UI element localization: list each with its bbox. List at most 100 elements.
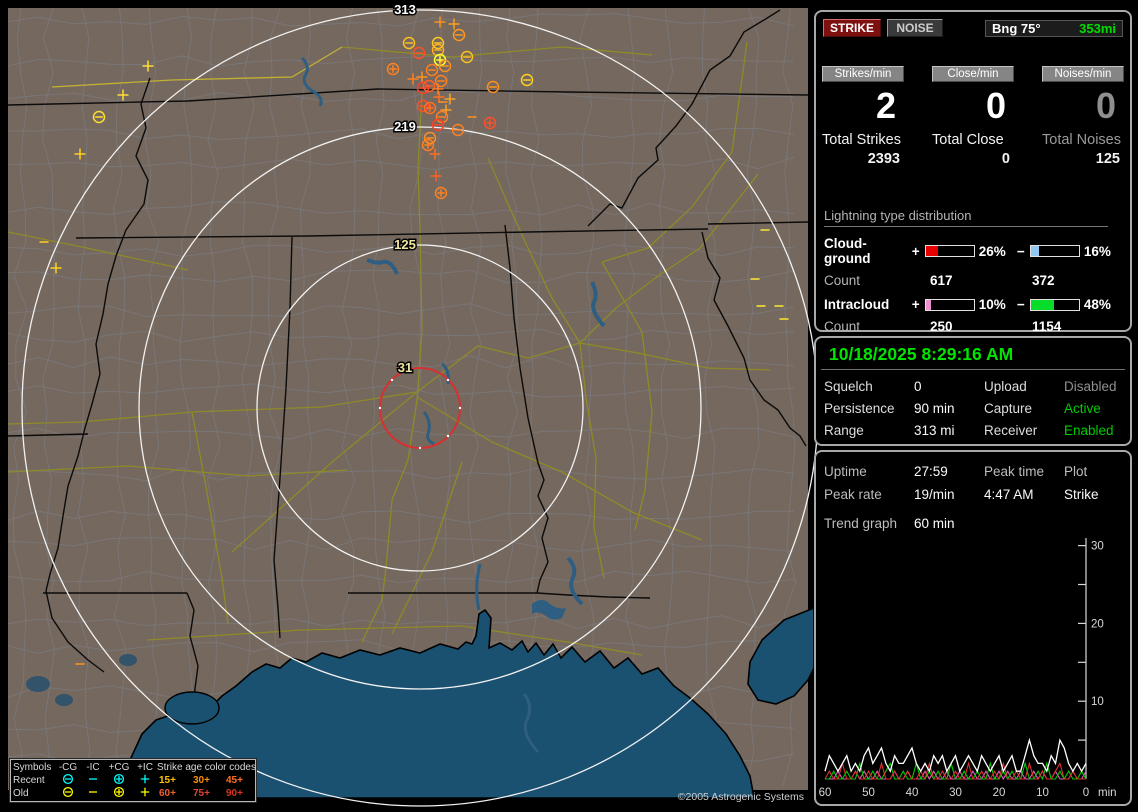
status-panel: 10/18/2025 8:29:16 AM Squelch 0 Upload D… <box>814 336 1132 446</box>
y-tick-label: 10 <box>1091 696 1104 708</box>
distribution-title: Lightning type distribution <box>824 208 1108 227</box>
minus-sign: − <box>1016 297 1025 312</box>
x-tick-label: 20 <box>993 787 1006 799</box>
ic-neg-bar <box>1030 298 1080 311</box>
trend-series-strikes-total <box>824 737 1087 773</box>
cg-pos-symbol-icon <box>105 786 133 802</box>
age-code-15: 15+ <box>159 775 176 786</box>
map-canvas[interactable]: 31 125 219 313 <box>7 1 819 807</box>
count-label: Count <box>824 273 861 288</box>
close-column: Close/min 0 Total Close 0 <box>932 66 1014 167</box>
x-tick-label: 50 <box>862 787 875 799</box>
ring-label-219: 219 <box>394 119 416 134</box>
intracloud-count-row: Count 250 1154 <box>816 319 1130 334</box>
legend-symbols-header: Symbols <box>13 762 52 773</box>
persistence-label: Persistence <box>824 401 895 416</box>
cg-pos-bar-fill <box>926 246 939 256</box>
peak-time-value: 4:47 AM <box>984 487 1034 502</box>
bearing-range-readout: Bng 75° 353mi <box>985 20 1123 37</box>
strikes-per-min-button[interactable]: Strikes/min <box>822 66 904 82</box>
upload-label: Upload <box>984 379 1027 394</box>
cg-pos-count: 617 <box>930 273 953 288</box>
datetime-display: 10/18/2025 8:29:16 AM <box>821 338 1125 370</box>
lightning-map[interactable]: 31 125 219 313 <box>7 1 819 807</box>
x-tick-label: 0 <box>1083 787 1089 799</box>
noises-per-min-value: 0 <box>1095 85 1116 126</box>
cloud-ground-row: Cloud-ground + 26% − 16% <box>816 236 1130 266</box>
bearing-value: Bng 75° <box>992 21 1041 36</box>
age-code-60: 60+ <box>159 788 176 799</box>
ic-neg-bar-fill <box>1031 299 1055 310</box>
peak-rate-value: 19/min <box>914 487 955 502</box>
lightning-type-distribution: Lightning type distribution Cloud-ground… <box>816 208 1130 334</box>
count-label: Count <box>824 319 861 334</box>
squelch-value: 0 <box>914 379 922 394</box>
cg-neg-count: 372 <box>1032 273 1055 288</box>
noises-per-min-button[interactable]: Noises/min <box>1042 66 1124 82</box>
peak-rate-label: Peak rate <box>824 487 882 502</box>
ring-label-313: 313 <box>394 2 416 17</box>
age-code-90: 90+ <box>226 788 243 799</box>
capture-status: Active <box>1064 401 1101 416</box>
cg-neg-percent: 16% <box>1083 243 1111 259</box>
trend-graph: 10 20 30 60 50 40 30 20 10 0 min <box>819 538 1117 799</box>
plot-value: Strike <box>1064 487 1099 502</box>
receiver-status: Enabled <box>1064 423 1114 438</box>
ic-pos-bar-fill <box>926 299 931 310</box>
legend-age-header: Strike age color codes <box>157 762 256 773</box>
x-tick-label: 10 <box>1036 787 1049 799</box>
capture-label: Capture <box>984 401 1033 416</box>
x-tick-label: 40 <box>906 787 919 799</box>
trend-graph-header: Trend graph 60 min <box>816 502 1130 531</box>
persistence-value: 90 min <box>914 401 955 416</box>
intracloud-label: Intracloud <box>824 297 890 312</box>
strike-stats-panel: STRIKE NOISE Bng 75° 353mi Strikes/min 2… <box>814 10 1132 334</box>
uptime-label: Uptime <box>824 464 867 479</box>
cg-neg-symbol-icon <box>55 786 81 802</box>
total-close-value: 0 <box>1001 151 1010 167</box>
total-noises-label: Total Noises <box>1042 132 1121 148</box>
strike-tab-button[interactable]: STRIKE <box>823 19 881 37</box>
legend-row-label-old: Old <box>13 788 29 799</box>
peak-time-label: Peak time <box>984 464 1045 479</box>
ic-neg-percent: 48% <box>1083 297 1111 312</box>
cloud-ground-count-row: Count 617 372 <box>816 273 1130 288</box>
plot-label: Plot <box>1064 464 1088 479</box>
map-legend: Symbols -CG -IC +CG +IC Strike age color code… <box>9 758 257 803</box>
range-label: Range <box>824 423 864 438</box>
cg-pos-percent: 26% <box>978 243 1006 259</box>
close-per-min-value: 0 <box>985 85 1006 126</box>
range-value: 313 mi <box>914 423 955 438</box>
x-axis-unit: min <box>1098 787 1117 799</box>
ic-pos-count: 250 <box>930 319 953 334</box>
total-strikes-value: 2393 <box>867 151 900 167</box>
cg-neg-bar-fill <box>1031 246 1039 256</box>
uptime-value: 27:59 <box>914 464 948 479</box>
strikes-per-min-value: 2 <box>875 85 896 126</box>
noise-tab-button[interactable]: NOISE <box>887 19 943 37</box>
minus-sign: − <box>1016 243 1025 259</box>
close-per-min-button[interactable]: Close/min <box>932 66 1014 82</box>
total-close-label: Total Close <box>932 132 1004 148</box>
squelch-label: Squelch <box>824 379 873 394</box>
ic-pos-bar <box>925 298 975 311</box>
x-tick-label: 60 <box>819 787 832 799</box>
noises-column: Noises/min 0 Total Noises 125 <box>1042 66 1124 167</box>
y-tick-label: 30 <box>1091 541 1104 553</box>
session-grid: Uptime 27:59 Peak time Plot Peak rate 19… <box>816 452 1130 502</box>
total-noises-value: 125 <box>1095 151 1120 167</box>
trend-window-value: 60 min <box>914 516 955 531</box>
upload-status: Disabled <box>1064 379 1117 394</box>
ic-pos-symbol-icon <box>133 786 157 802</box>
cloud-ground-label: Cloud-ground <box>824 236 871 266</box>
status-grid: Squelch 0 Upload Disabled Persistence 90… <box>816 370 1130 438</box>
ic-neg-count: 1154 <box>1032 319 1062 334</box>
ic-pos-percent: 10% <box>978 297 1006 312</box>
session-panel: Uptime 27:59 Peak time Plot Peak rate 19… <box>814 450 1132 806</box>
ic-neg-symbol-icon <box>81 786 105 802</box>
plus-sign: + <box>911 243 920 259</box>
cg-neg-bar <box>1030 245 1080 257</box>
y-tick-label: 20 <box>1091 618 1104 630</box>
trend-graph-label: Trend graph <box>824 516 898 531</box>
age-code-45: 45+ <box>226 775 243 786</box>
